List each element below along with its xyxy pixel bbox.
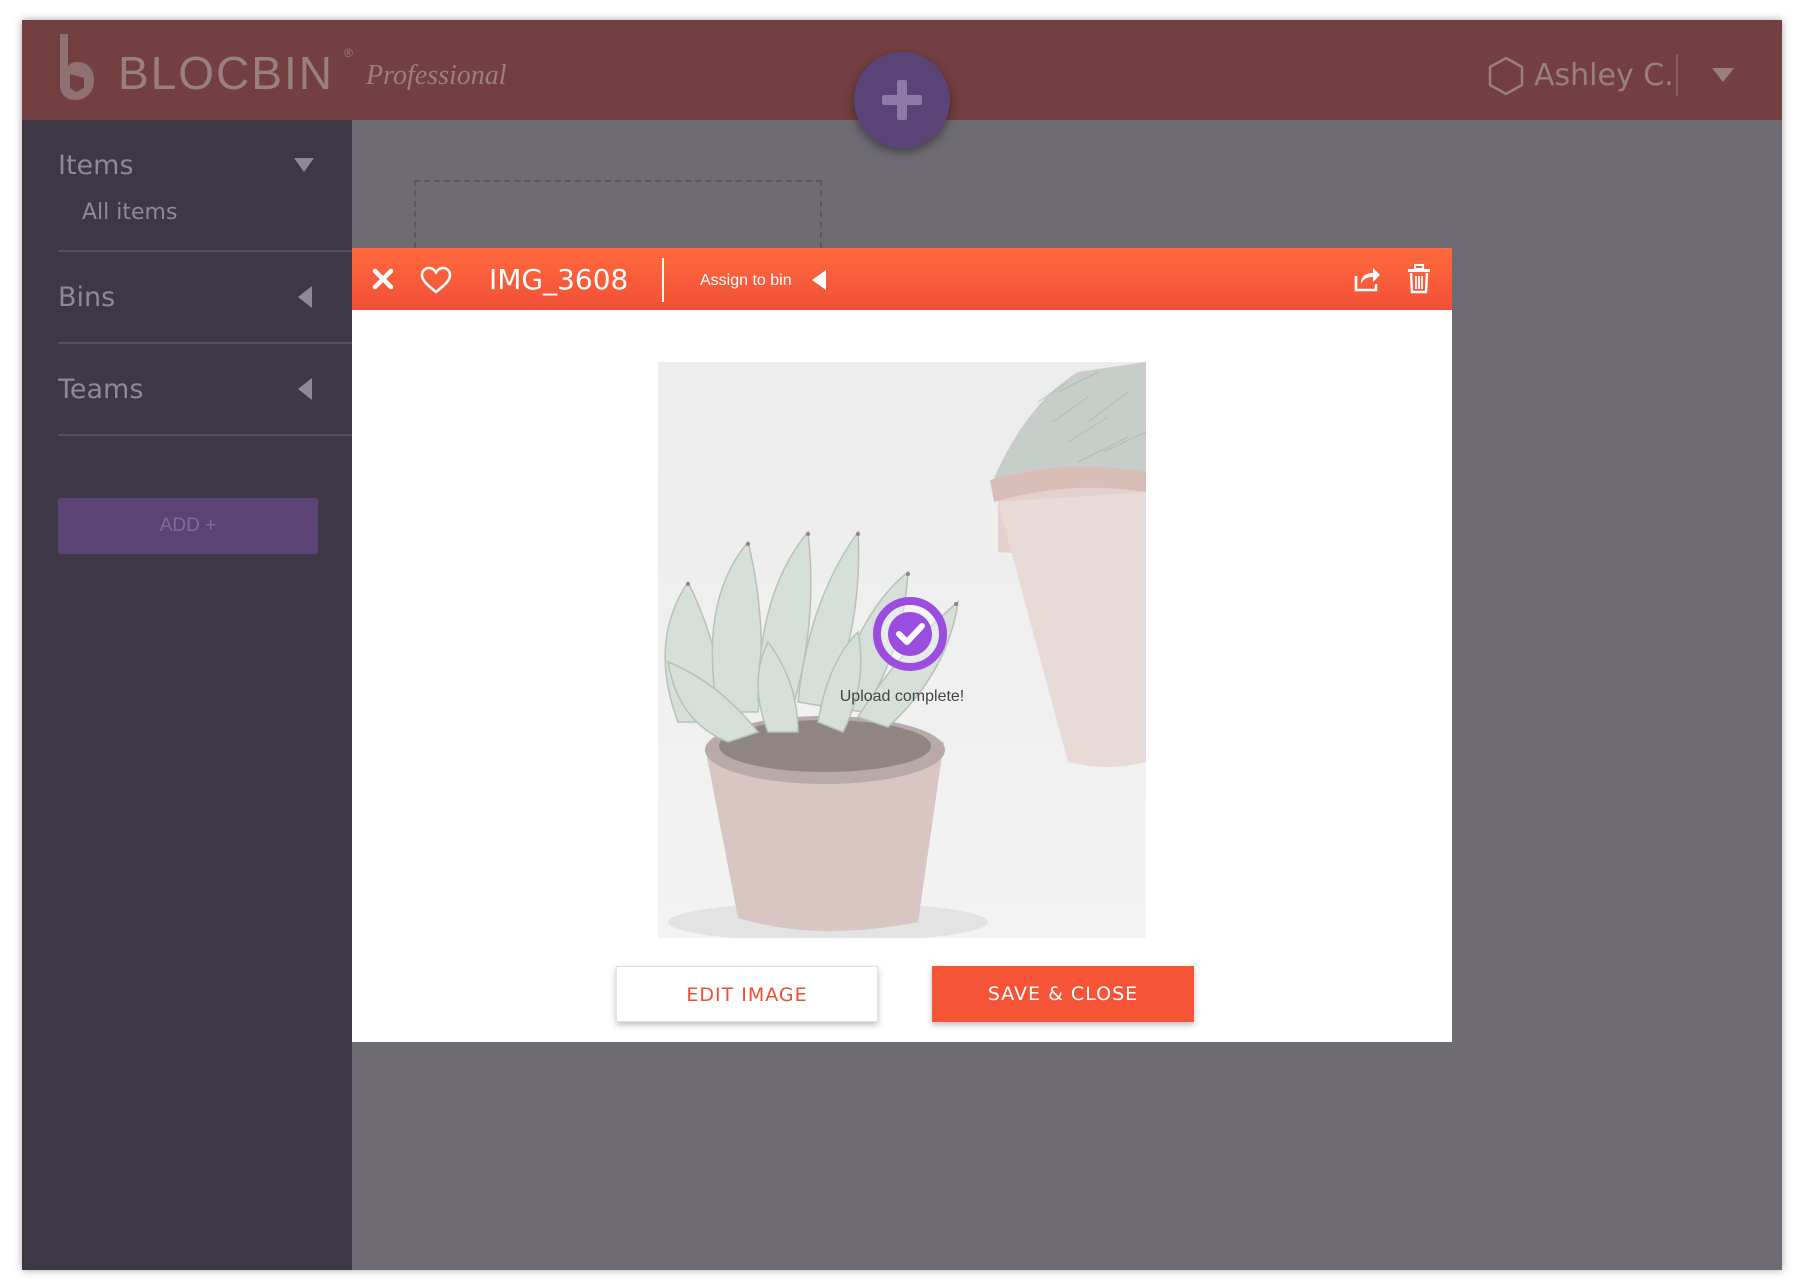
upload-status-text: Upload complete! (839, 688, 965, 705)
chevron-down-icon[interactable] (294, 158, 314, 174)
assign-to-bin-label[interactable]: Assign to bin (700, 272, 792, 290)
header-divider (662, 258, 664, 302)
caret-left-icon[interactable] (298, 378, 314, 400)
caret-left-icon[interactable] (298, 286, 314, 308)
brand-edition: Professional (366, 60, 507, 91)
hexagon-user-icon[interactable] (1488, 56, 1524, 96)
sidebar-item-label: Items (58, 150, 134, 181)
sidebar-item-label: Bins (58, 282, 116, 313)
brand-name: BLOCBIN (118, 47, 334, 99)
save-close-button[interactable]: SAVE & CLOSE (932, 966, 1194, 1022)
sidebar-item-teams[interactable]: Teams (58, 374, 352, 434)
sidebar-divider (58, 434, 352, 436)
close-icon[interactable] (372, 268, 394, 290)
share-icon[interactable] (1352, 264, 1382, 294)
edit-image-button[interactable]: EDIT IMAGE (616, 966, 878, 1022)
sidebar-divider (58, 342, 352, 344)
sidebar-item-bins[interactable]: Bins (58, 282, 352, 342)
user-name[interactable]: Ashley C. (1534, 58, 1674, 93)
sidebar-divider (58, 250, 352, 252)
image-detail-modal: IMG_3608 Assign to bin Upload complete! … (352, 248, 1452, 1042)
heart-icon[interactable] (420, 266, 452, 294)
chevron-down-icon[interactable] (1712, 68, 1734, 84)
brand-registered-mark: ® (344, 46, 353, 60)
plus-icon (882, 80, 922, 120)
logo-icon (60, 34, 94, 100)
app-window: BLOCBIN ® Professional Ashley C. Items A… (22, 20, 1782, 1270)
sidebar-item-label: Teams (58, 374, 144, 405)
sidebar-add-button[interactable]: ADD + (58, 498, 318, 554)
caret-left-icon[interactable] (812, 270, 828, 290)
modal-header: IMG_3608 Assign to bin (352, 248, 1452, 310)
file-title: IMG_3608 (489, 263, 629, 296)
sidebar: Items All items Bins Teams ADD + (22, 120, 352, 1270)
trash-icon[interactable] (1406, 264, 1432, 294)
user-divider (1676, 54, 1678, 96)
add-item-button[interactable] (854, 52, 950, 148)
sidebar-subitem-all-items[interactable]: All items (82, 200, 177, 225)
check-circle-icon (873, 597, 947, 671)
